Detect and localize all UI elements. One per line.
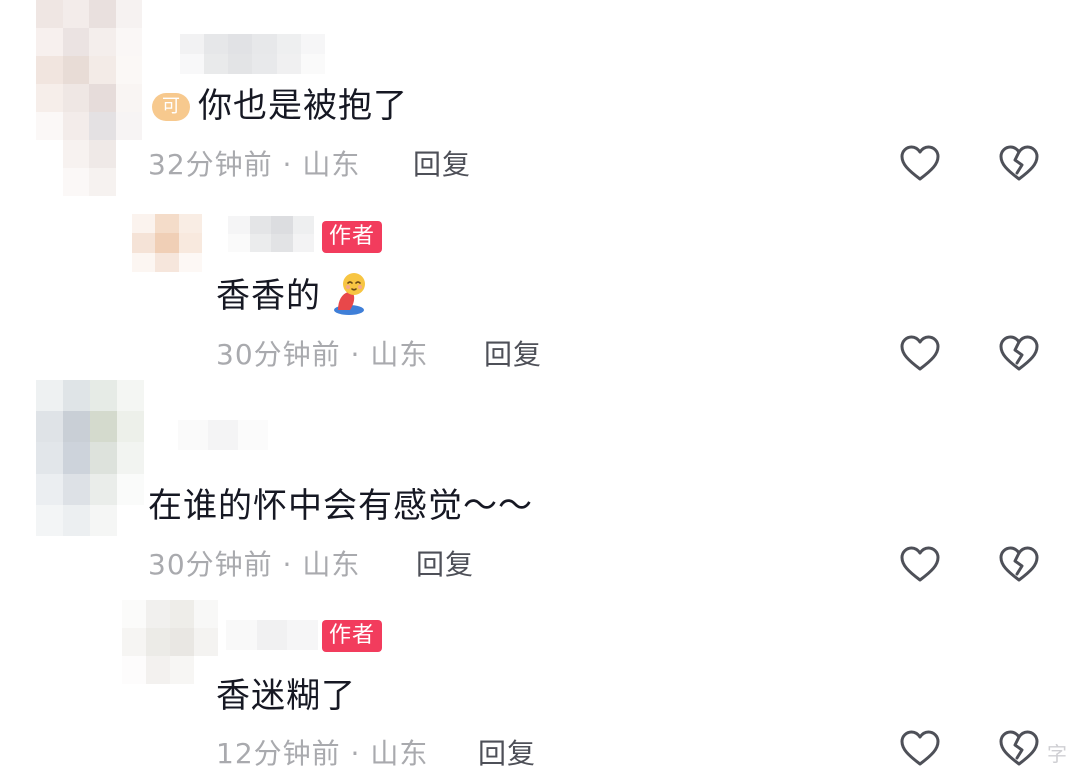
dislike-button[interactable] — [997, 543, 1041, 587]
username[interactable] — [226, 620, 318, 650]
comment-time: 32分钟前 — [148, 148, 273, 181]
avatar[interactable] — [132, 214, 202, 272]
username[interactable] — [228, 216, 314, 252]
user-level-badge: 可 — [152, 93, 190, 121]
watermark: 字 — [1047, 742, 1068, 766]
like-button[interactable] — [898, 727, 942, 771]
username[interactable] — [180, 34, 325, 74]
like-button[interactable] — [898, 332, 942, 376]
comment-time: 30分钟前 — [148, 548, 273, 581]
heart-outline-icon — [900, 335, 940, 371]
heart-outline-icon — [900, 546, 940, 582]
heart-outline-icon — [900, 145, 940, 181]
heart-outline-icon — [900, 730, 940, 766]
comment-meta: 32分钟前 · 山东 — [148, 148, 360, 182]
comment-location: 山东 — [302, 548, 361, 581]
reply-button[interactable]: 回复 — [484, 338, 542, 372]
meta-separator: · — [350, 737, 361, 770]
comment-text: 你也是被抱了 — [198, 86, 408, 126]
comment-text: 香香的 — [216, 276, 321, 316]
comment-location: 山东 — [370, 737, 429, 770]
comment-time: 30分钟前 — [216, 338, 341, 371]
meta-separator: · — [350, 338, 361, 371]
reply-button[interactable]: 回复 — [478, 737, 536, 771]
broken-heart-icon — [999, 730, 1039, 766]
reply-button[interactable]: 回复 — [413, 148, 471, 182]
pleading-kneeling-emoji — [326, 270, 370, 316]
comment-text: 香迷糊了 — [216, 676, 356, 716]
author-badge: 作者 — [322, 221, 383, 253]
comment-meta: 30分钟前 · 山东 — [148, 548, 360, 582]
comment-meta: 30分钟前 · 山东 — [216, 338, 428, 372]
broken-heart-icon — [999, 335, 1039, 371]
meta-separator: · — [282, 548, 293, 581]
dislike-button[interactable] — [997, 727, 1041, 771]
avatar[interactable] — [36, 380, 144, 536]
comment-text: 在谁的怀中会有感觉～～ — [148, 486, 533, 526]
username[interactable] — [178, 420, 268, 450]
comment-location: 山东 — [370, 338, 429, 371]
author-badge: 作者 — [322, 620, 383, 652]
like-button[interactable] — [898, 543, 942, 587]
reply-button[interactable]: 回复 — [416, 548, 474, 582]
comment-location: 山东 — [302, 148, 361, 181]
avatar[interactable] — [122, 600, 218, 684]
meta-separator: · — [282, 148, 293, 181]
like-button[interactable] — [898, 142, 942, 186]
broken-heart-icon — [999, 145, 1039, 181]
dislike-button[interactable] — [997, 142, 1041, 186]
dislike-button[interactable] — [997, 332, 1041, 376]
comment-time: 12分钟前 — [216, 737, 341, 770]
comment-meta: 12分钟前 · 山东 — [216, 737, 428, 771]
avatar[interactable] — [36, 0, 142, 196]
broken-heart-icon — [999, 546, 1039, 582]
